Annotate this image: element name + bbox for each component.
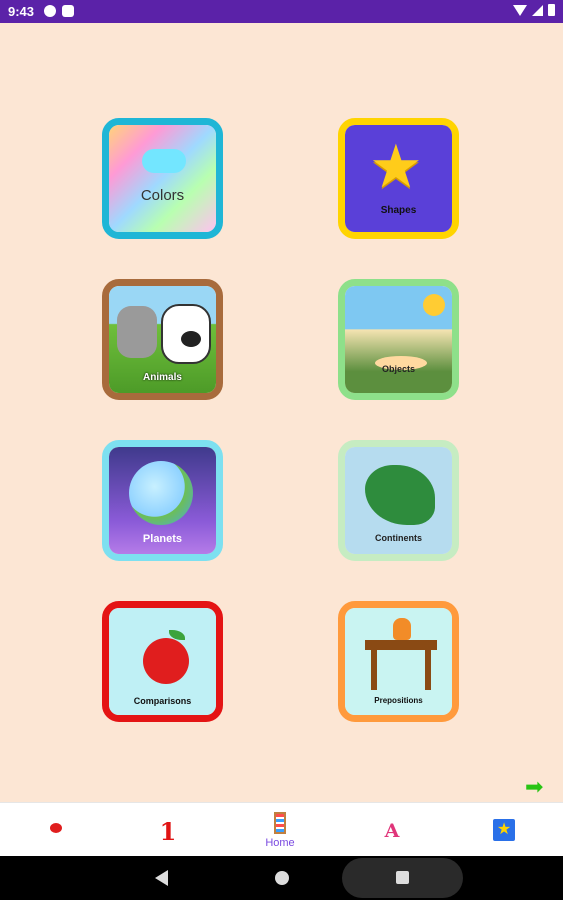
cow-spot — [181, 331, 201, 347]
nav-item-numbers[interactable]: 1 — [112, 803, 224, 857]
recents-icon[interactable] — [396, 871, 409, 884]
tile-label-continents: Continents — [375, 533, 422, 543]
star-icon: ★ — [369, 133, 423, 200]
nav-item-rewards[interactable]: ★ — [448, 803, 560, 857]
nav-item-letters[interactable]: A — [336, 803, 448, 857]
tile-label-shapes: Shapes — [380, 205, 417, 216]
continents-image: Continents — [345, 447, 452, 554]
table-leg — [425, 650, 431, 690]
tile-colors[interactable]: Colors — [102, 118, 223, 239]
prepositions-image: Prepositions — [345, 608, 452, 715]
tile-comparisons[interactable]: Comparisons — [102, 601, 223, 722]
status-bar: 9:43 — [0, 0, 563, 23]
notification-icon — [44, 5, 56, 17]
ladybug-icon — [50, 823, 62, 833]
tile-continents[interactable]: Continents — [338, 440, 459, 561]
nav-item-ladybug[interactable] — [0, 803, 112, 857]
tile-label-prepositions: Prepositions — [374, 696, 423, 705]
tile-animals[interactable]: Animals — [102, 279, 223, 400]
category-grid: Colors ★ Shapes Animals Objects Planets — [0, 23, 563, 802]
donkey-icon — [117, 306, 157, 358]
abacus-icon — [274, 812, 286, 834]
apple-icon — [143, 638, 189, 684]
tile-label-animals: Animals — [143, 372, 182, 383]
next-arrow-icon[interactable]: ➡ — [525, 776, 543, 798]
tile-label-comparisons: Comparisons — [133, 696, 192, 706]
nav-item-home[interactable]: Home — [224, 803, 336, 857]
animals-image: Animals — [109, 286, 216, 393]
bottom-nav: 1 Home A ★ — [0, 802, 563, 856]
comparisons-image: Comparisons — [109, 608, 216, 715]
system-navigation-bar — [0, 856, 563, 900]
tile-planets[interactable]: Planets — [102, 440, 223, 561]
table-icon — [365, 640, 437, 650]
signal-icon — [532, 4, 543, 16]
map-icon — [365, 465, 435, 525]
battery-icon — [548, 4, 555, 16]
star-icon: ★ — [493, 819, 515, 841]
cloud-icon — [142, 149, 186, 173]
tile-label-planets: Planets — [142, 533, 183, 545]
back-icon[interactable] — [155, 870, 168, 886]
tile-objects[interactable]: Objects — [338, 279, 459, 400]
planets-image: Planets — [109, 447, 216, 554]
shapes-image: ★ Shapes — [345, 125, 452, 232]
earth-icon — [129, 461, 193, 525]
sun-icon — [423, 294, 445, 316]
table-leg — [371, 650, 377, 690]
sim-icon — [62, 5, 74, 17]
tile-label-colors: Colors — [140, 187, 185, 204]
nav-label-home: Home — [265, 837, 295, 849]
tile-label-objects: Objects — [381, 364, 415, 374]
wifi-icon — [513, 4, 527, 16]
status-time: 9:43 — [8, 4, 35, 19]
status-notification-icons — [44, 5, 74, 17]
colors-image: Colors — [109, 125, 216, 232]
letter-a-icon: A — [384, 820, 400, 842]
tile-shapes[interactable]: ★ Shapes — [338, 118, 459, 239]
status-system-icons — [513, 4, 555, 16]
objects-image: Objects — [345, 286, 452, 393]
number-one-icon: 1 — [159, 817, 177, 846]
tile-prepositions[interactable]: Prepositions — [338, 601, 459, 722]
cat-icon — [393, 618, 411, 640]
home-icon[interactable] — [275, 871, 289, 885]
